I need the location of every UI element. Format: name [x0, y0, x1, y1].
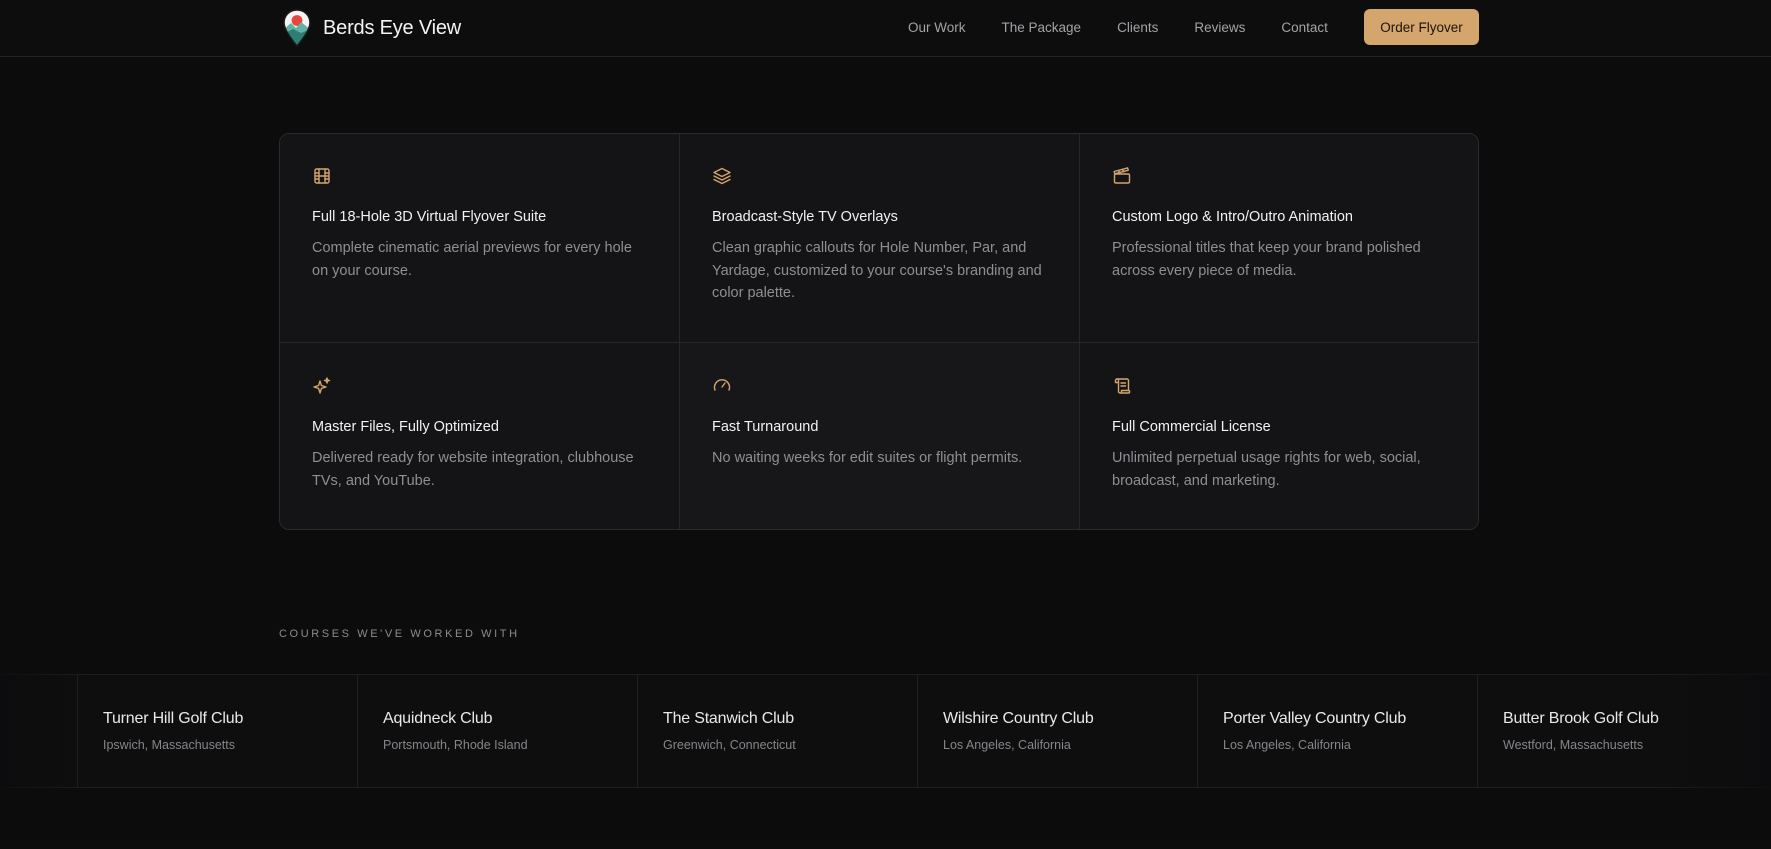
courses-marquee: Turner Hill Golf Club Ipswich, Massachus…	[0, 674, 1771, 788]
site-header: Berds Eye View Our Work The Package Clie…	[0, 0, 1771, 57]
course-name: Butter Brook Golf Club	[1503, 710, 1659, 727]
feature-description: Complete cinematic aerial previews for e…	[312, 240, 632, 279]
feature-description: Clean graphic callouts for Hole Number, …	[712, 240, 1042, 301]
course-location: Los Angeles, California	[943, 738, 1071, 752]
course-location: Westford, Massachusetts	[1503, 738, 1644, 752]
course-name: Aquidneck Club	[383, 710, 493, 727]
course-location: Los Angeles, California	[1223, 738, 1351, 752]
feature-title: Full 18-Hole 3D Virtual Flyover Suite	[312, 209, 547, 225]
course-location: Portsmouth, Rhode Island	[383, 738, 528, 752]
main-nav: Our Work The Package Clients Reviews Con…	[908, 0, 1364, 54]
nav-link-reviews[interactable]: Reviews	[1194, 20, 1245, 35]
feature-description: Delivered ready for website integration,…	[312, 450, 634, 489]
order-flyover-button[interactable]: Order Flyover	[1364, 9, 1479, 45]
feature-description: Unlimited perpetual usage rights for web…	[1112, 450, 1421, 489]
feature-description: Professional titles that keep your brand…	[1112, 240, 1421, 279]
nav-link-contact[interactable]: Contact	[1281, 20, 1328, 35]
feature-card: Fast Turnaround No waiting weeks for edi…	[680, 343, 1080, 529]
clapperboard-icon	[1113, 167, 1131, 184]
nav-link-the-package[interactable]: The Package	[1002, 20, 1082, 35]
feature-title: Full Commercial License	[1112, 419, 1271, 435]
course-name: Porter Valley Country Club	[1223, 710, 1407, 727]
course-card: Porter Valley Country Club Los Angeles, …	[1197, 675, 1477, 787]
courses-section-label: COURSES WE'VE WORKED WITH	[279, 628, 520, 640]
scroll-icon	[1114, 378, 1131, 394]
course-name: Wilshire Country Club	[943, 710, 1094, 727]
package-features-grid: Full 18-Hole 3D Virtual Flyover Suite Co…	[279, 133, 1479, 530]
layers-icon	[713, 167, 731, 185]
feature-card: Full Commercial License Unlimited perpet…	[1080, 343, 1478, 529]
course-card: Butter Brook Golf Club Westford, Massach…	[1477, 675, 1771, 787]
feature-description: No waiting weeks for edit suites or flig…	[712, 450, 1023, 466]
feature-card: Master Files, Fully Optimized Delivered …	[280, 343, 680, 529]
course-location: Ipswich, Massachusetts	[103, 738, 235, 752]
course-name: Turner Hill Golf Club	[103, 710, 244, 727]
course-name: The Stanwich Club	[663, 710, 794, 727]
feature-card: Custom Logo & Intro/Outro Animation Prof…	[1080, 134, 1478, 343]
film-icon	[314, 168, 330, 184]
course-location: Greenwich, Connecticut	[663, 738, 796, 752]
feature-card: Broadcast-Style TV Overlays Clean graphi…	[680, 134, 1080, 343]
feature-title: Master Files, Fully Optimized	[312, 419, 499, 435]
gauge-icon	[713, 379, 731, 391]
brand[interactable]: Berds Eye View	[281, 8, 461, 48]
nav-link-our-work[interactable]: Our Work	[908, 20, 966, 35]
sparkles-icon	[313, 377, 331, 394]
course-card: Aquidneck Club Portsmouth, Rhode Island	[357, 675, 637, 787]
map-pin-logo-icon	[283, 9, 311, 48]
nav-link-clients[interactable]: Clients	[1117, 20, 1158, 35]
feature-title: Fast Turnaround	[712, 419, 819, 435]
feature-title: Broadcast-Style TV Overlays	[712, 209, 898, 225]
course-card: Turner Hill Golf Club Ipswich, Massachus…	[77, 675, 357, 787]
course-card: Wilshire Country Club Los Angeles, Calif…	[917, 675, 1197, 787]
feature-card: Full 18-Hole 3D Virtual Flyover Suite Co…	[280, 134, 680, 343]
course-card: The Stanwich Club Greenwich, Connecticut	[637, 675, 917, 787]
feature-title: Custom Logo & Intro/Outro Animation	[1112, 209, 1353, 225]
brand-name: Berds Eye View	[323, 16, 462, 39]
